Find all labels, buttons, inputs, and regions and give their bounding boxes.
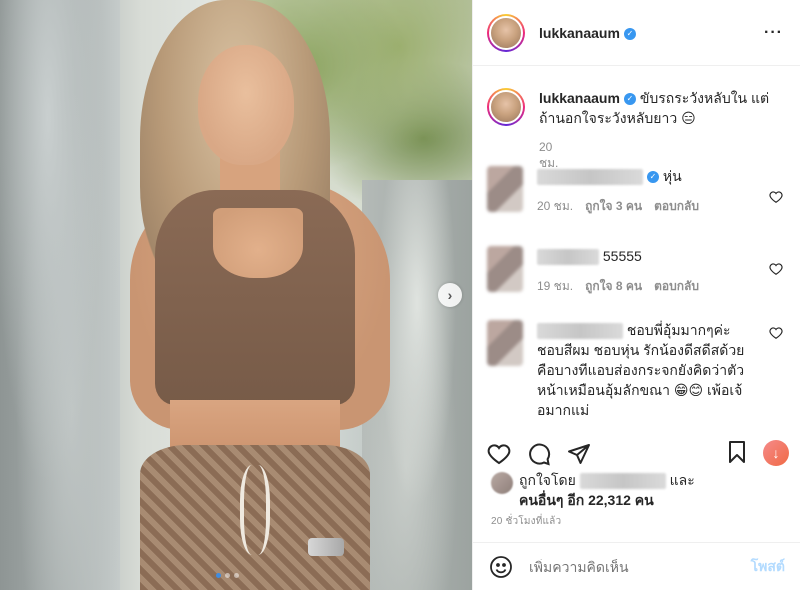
download-icon[interactable]: ↓ [763,440,789,466]
post-timestamp[interactable]: 20 ชั่วโมงที่แล้ว [491,514,561,529]
verified-badge-icon: ✓ [647,171,659,184]
avatar[interactable] [487,320,523,366]
comment-time: 20 ชม. [537,199,574,213]
patterned-pants [140,445,370,590]
blurred-username[interactable] [537,249,599,266]
model-face [198,45,294,165]
reply-button[interactable]: ตอบกลับ [654,196,699,216]
comment-text: 55555 [602,248,642,264]
heart-icon[interactable] [769,190,783,204]
crop-top [155,190,355,405]
more-horizontal-icon[interactable]: ··· [764,24,783,42]
comment-icon[interactable] [527,442,551,466]
likes-prefix: ถูกใจโดย [519,472,576,488]
comments-list: lukkanaaum ✓ ขับรถระวังหลับใน แต่ถ้านอกใจ… [473,66,800,436]
comment-time: 19 ชม. [537,279,574,293]
heart-icon[interactable] [769,262,783,276]
carousel-dot-active [216,573,221,578]
avatar[interactable] [487,166,523,212]
comment-likes[interactable]: ถูกใจ 8 คน [585,276,642,296]
comment-content: ชอบพี่อุ้มมากๆค่ะ ชอบสีผม ชอบหุ่น รักน้อ… [537,320,757,420]
post-button[interactable]: โพสต์ [751,556,785,578]
comment-text: หุ่น [662,168,682,184]
comment-meta: 19 ชม. ถูกใจ 8 คน ตอบกลับ [537,276,757,296]
chevron-right-icon[interactable]: › [438,283,462,307]
verified-badge-icon: ✓ [623,93,636,106]
comment-item: 55555 19 ชม. ถูกใจ 8 คน ตอบกลับ [487,246,787,296]
verified-badge-icon: ✓ [623,27,636,40]
wristwatch [308,538,344,556]
emoji-icon[interactable] [489,555,513,579]
heart-icon[interactable] [487,442,511,466]
comment-content: ✓ หุ่น 20 ชม. ถูกใจ 3 คน ตอบกลับ [537,166,757,216]
comment-content: 55555 19 ชม. ถูกใจ 8 คน ตอบกลับ [537,246,757,296]
comment-likes[interactable]: ถูกใจ 3 คน [585,196,642,216]
avatar[interactable] [487,13,525,52]
post-header: lukkanaaum ✓ ··· [473,0,800,66]
likes-summary: ถูกใจโดย และ คนอื่นๆ อีก 22,312 คน [491,470,791,510]
caption-body: lukkanaaum ✓ ขับรถระวังหลับใน แต่ถ้านอกใจ… [539,88,779,128]
send-icon[interactable] [567,442,591,466]
post-panel: lukkanaaum ✓ ··· lukkanaaum ✓ ขับรถระวังหล… [472,0,800,590]
avatar[interactable] [491,472,513,494]
model-figure [100,0,400,590]
reply-button[interactable]: ตอบกลับ [654,276,699,296]
action-bar: ↓ [473,436,800,472]
comment-item: ✓ หุ่น 20 ชม. ถูกใจ 3 คน ตอบกลับ [487,166,787,216]
comment-item: ชอบพี่อุ้มมากๆค่ะ ชอบสีผม ชอบหุ่น รักน้อ… [487,320,787,420]
avatar[interactable] [487,246,523,292]
caption: lukkanaaum ✓ ขับรถระวังหลับใน แต่ถ้านอกใจ… [487,88,779,128]
bookmark-icon[interactable] [725,440,749,464]
blurred-username[interactable] [537,169,643,186]
carousel-dot [225,573,230,578]
avatar[interactable] [487,88,525,126]
add-comment-bar: โพสต์ [473,542,800,590]
caption-username[interactable]: lukkanaaum [539,90,620,106]
comment-meta: 20 ชม. ถูกใจ 3 คน ตอบกลับ [537,196,757,216]
post-image[interactable]: › [0,0,472,590]
likes-suffix: และ [669,472,695,488]
carousel-dots [216,573,239,578]
blurred-username[interactable] [537,323,623,340]
username-link[interactable]: lukkanaaum ✓ [539,25,636,41]
comment-input[interactable] [529,558,751,575]
carousel-dot [234,573,239,578]
username[interactable]: lukkanaaum [539,25,620,41]
blurred-username[interactable] [579,473,666,490]
heart-icon[interactable] [769,326,783,340]
likes-others[interactable]: คนอื่นๆ อีก 22,312 คน [519,492,654,508]
